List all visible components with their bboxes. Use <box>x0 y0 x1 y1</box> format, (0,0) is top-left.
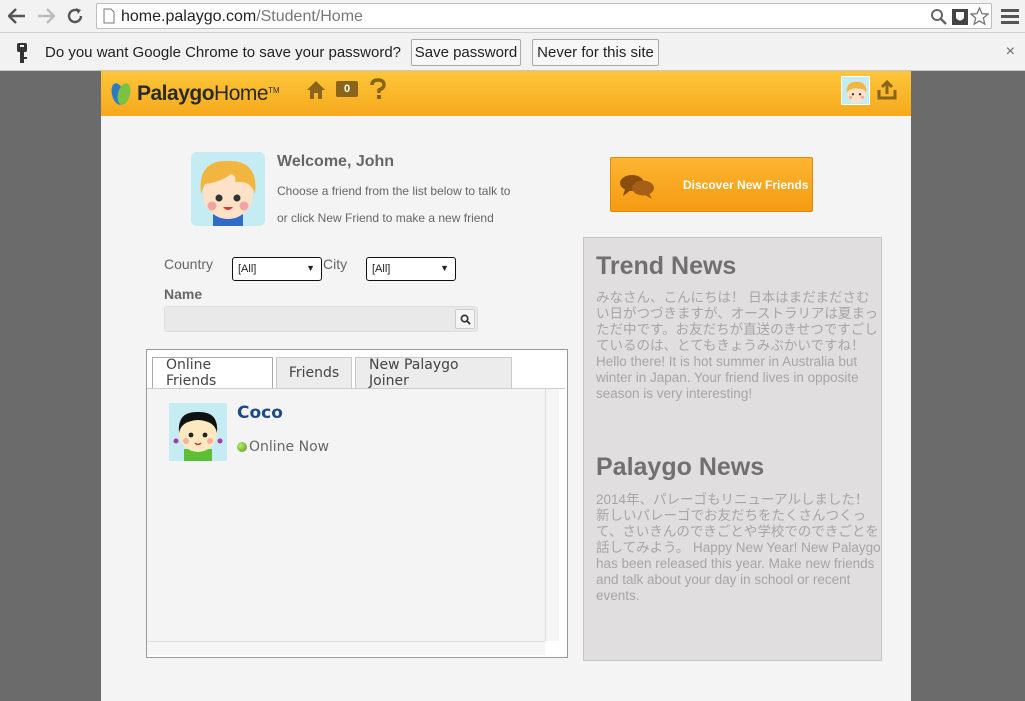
password-infobar: Do you want Google Chrome to save your p… <box>0 33 1025 71</box>
name-label: Name <box>164 286 203 302</box>
palaygo-news-body: 2014年、パレーゴもリニューアルしました！ 新しいパレーゴでお友だちをたくさん… <box>596 492 881 603</box>
address-bar[interactable]: home.palaygo.com/Student/Home <box>96 3 992 29</box>
infobar-message: Do you want Google Chrome to save your p… <box>45 44 402 61</box>
chrome-menu-icon[interactable] <box>1001 6 1019 26</box>
friend-name[interactable]: Coco <box>237 403 283 423</box>
country-select[interactable]: [All] ▼ <box>232 257 322 281</box>
trend-news-title: Trend News <box>596 252 737 280</box>
extension-shield-icon[interactable] <box>951 8 969 26</box>
friend-status: Online Now <box>237 439 329 455</box>
friend-avatar[interactable] <box>169 403 227 461</box>
trend-news-body: みなさん、こんにちは！ 日本はまだまださむい日がつづきますが、オーストラリアは夏… <box>596 290 879 401</box>
dropdown-arrow-icon: ▼ <box>440 263 449 273</box>
save-password-button[interactable]: Save password <box>411 39 521 66</box>
girl-avatar-icon <box>173 411 223 461</box>
dropdown-arrow-icon: ▼ <box>306 263 315 273</box>
name-search-input[interactable] <box>164 306 478 332</box>
welcome-line-1: Choose a friend from the list below to t… <box>277 184 511 198</box>
tab-friends[interactable]: Friends <box>276 357 352 388</box>
online-dot-icon <box>237 442 247 452</box>
palaygo-news-title: Palaygo News <box>596 453 765 481</box>
friend-list-horizontal-scrollbar[interactable] <box>147 641 545 655</box>
reload-button[interactable] <box>64 5 86 27</box>
forward-button[interactable] <box>35 5 57 27</box>
chat-bubbles-icon <box>620 175 654 199</box>
help-question-icon[interactable] <box>369 78 387 100</box>
boy-avatar-icon <box>846 81 867 103</box>
country-label: Country <box>164 256 214 272</box>
back-button[interactable] <box>6 5 28 27</box>
forward-arrow-icon <box>38 8 55 24</box>
friends-panel: Online Friends Friends New Palaygo Joine… <box>146 349 568 658</box>
key-icon <box>17 43 27 63</box>
user-avatar <box>191 152 265 226</box>
home-icon[interactable] <box>306 80 326 100</box>
welcome-line-2: or click New Friend to make a new friend <box>277 211 494 225</box>
close-infobar-icon[interactable]: × <box>1006 43 1015 61</box>
palaygo-leaf-icon <box>111 83 131 105</box>
zoom-icon[interactable] <box>931 9 947 25</box>
palaygo-logo[interactable]: Palaygo Home TM <box>109 80 280 108</box>
news-panel: Trend News みなさん、こんにちは！ 日本はまだまださむい日がつづきます… <box>583 237 882 661</box>
friend-list: Coco Online Now <box>147 389 545 641</box>
welcome-title: Welcome, John <box>277 153 395 170</box>
user-avatar-small[interactable] <box>841 76 870 105</box>
search-icon <box>460 314 471 325</box>
city-select[interactable]: [All] ▼ <box>366 257 456 281</box>
back-arrow-icon <box>8 8 25 24</box>
reload-icon <box>67 8 83 24</box>
tab-online-friends[interactable]: Online Friends <box>152 357 273 389</box>
friend-list-vertical-scrollbar[interactable] <box>545 389 559 641</box>
main-content: Welcome, John Choose a friend from the l… <box>101 116 911 701</box>
browser-toolbar: home.palaygo.com/Student/Home <box>0 0 1025 33</box>
friends-tabs: Online Friends Friends New Palaygo Joine… <box>152 357 515 389</box>
page-scrollbar[interactable] <box>1011 71 1025 701</box>
tab-new-palaygo-joiner[interactable]: New Palaygo Joiner <box>355 357 512 389</box>
logout-upload-icon[interactable] <box>877 80 897 100</box>
bookmark-star-icon[interactable] <box>970 7 989 26</box>
never-for-site-button[interactable]: Never for this site <box>532 39 659 66</box>
page-icon <box>103 8 115 24</box>
url-text: home.palaygo.com/Student/Home <box>121 8 363 25</box>
site-header: Palaygo Home TM 0 <box>101 71 911 116</box>
discover-new-friends-button[interactable]: Discover New Friends <box>610 157 813 212</box>
boy-avatar-icon <box>200 160 256 226</box>
mail-count-badge[interactable]: 0 <box>336 81 358 97</box>
search-button[interactable] <box>455 309 475 329</box>
palaygo-page: Palaygo Home TM 0 Welcome, John Choose a f… <box>101 71 911 701</box>
city-label: City <box>323 256 348 272</box>
